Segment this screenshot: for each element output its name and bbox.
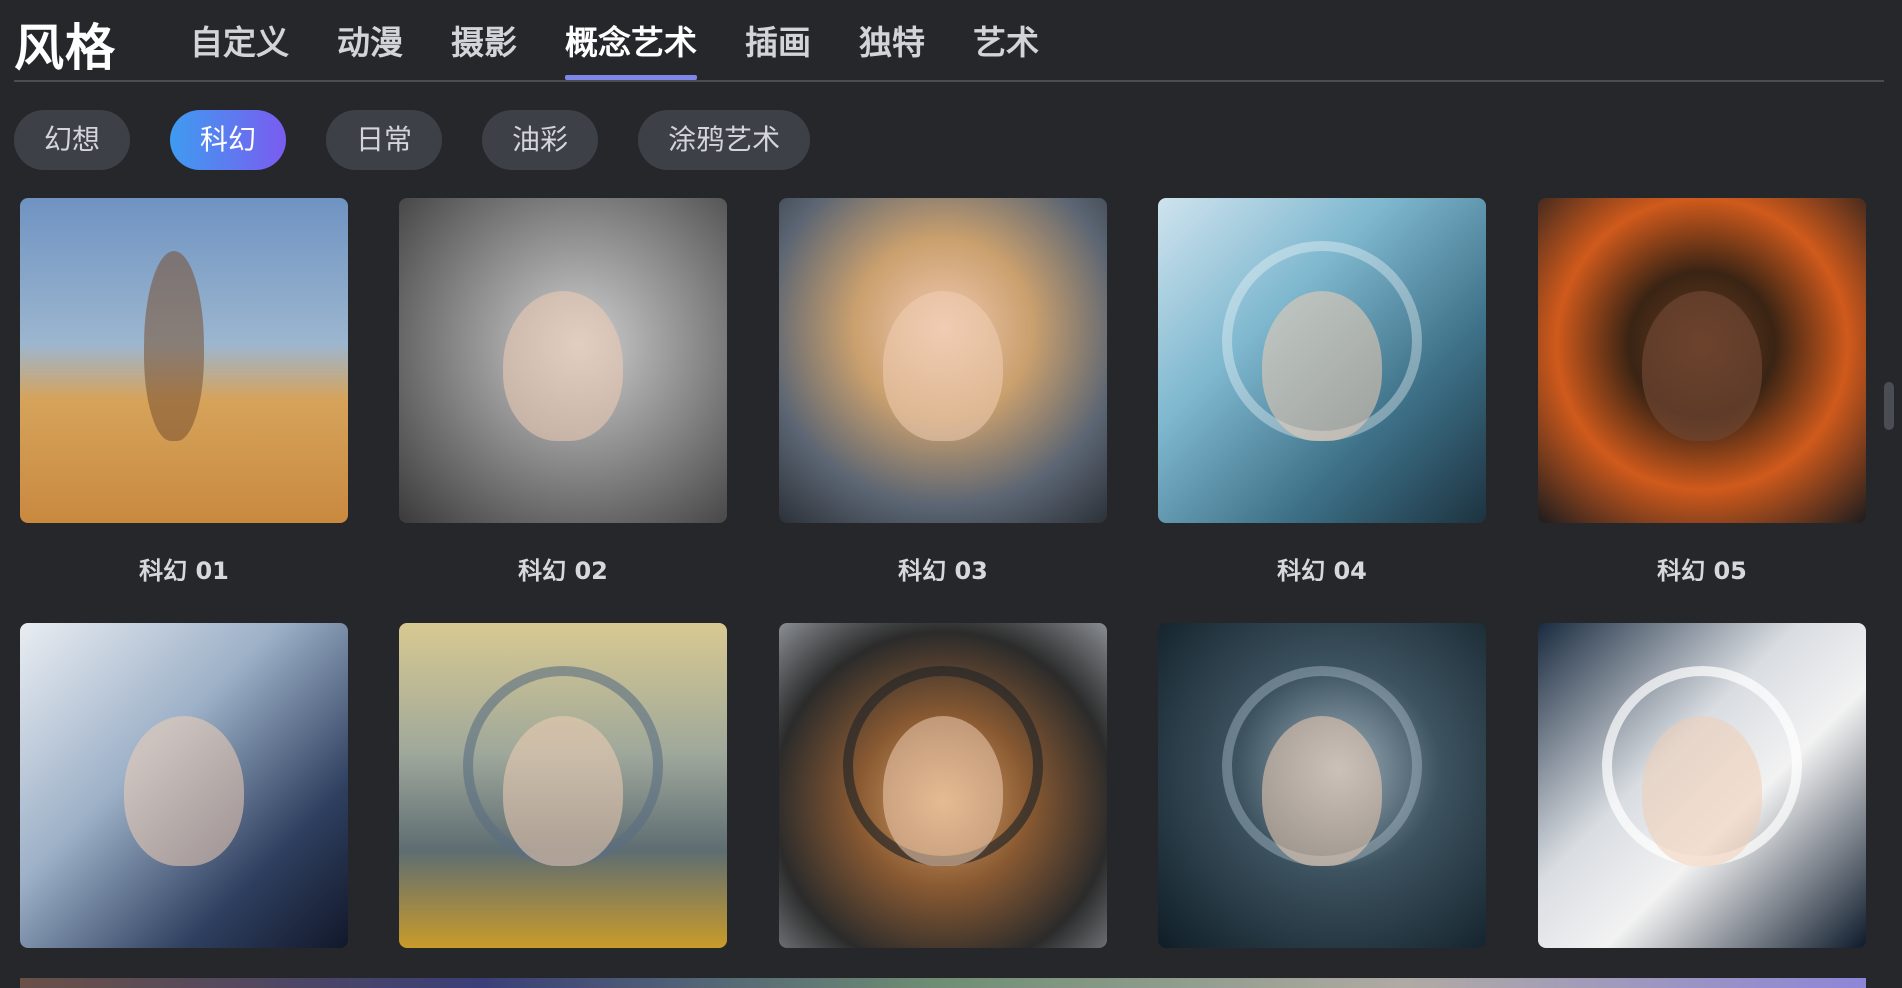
style-thumbnail (399, 623, 727, 948)
style-card-scifi-05[interactable]: 科幻 05 (1538, 198, 1866, 586)
style-card-scifi-04[interactable]: 科幻 04 (1158, 198, 1486, 586)
style-tabs: 自定义 动漫 摄影 概念艺术 插画 独特 艺术 (190, 16, 1087, 80)
style-card-scifi-09[interactable] (1158, 623, 1486, 976)
tab-illustration[interactable]: 插画 (745, 16, 811, 78)
tab-art[interactable]: 艺术 (973, 16, 1039, 78)
chip-graffiti[interactable]: 涂鸦艺术 (638, 110, 811, 170)
tab-anime[interactable]: 动漫 (337, 16, 403, 78)
tab-concept-art[interactable]: 概念艺术 (565, 16, 697, 80)
style-thumbnail (20, 623, 348, 948)
style-card-scifi-06[interactable] (20, 623, 348, 976)
style-thumbnail (1538, 623, 1866, 948)
style-thumbnail (1158, 623, 1486, 948)
style-thumbnail (20, 198, 348, 523)
card-caption: 科幻 01 (139, 557, 229, 585)
style-card-scifi-08[interactable] (779, 623, 1107, 976)
card-caption: 科幻 04 (1277, 557, 1367, 585)
chip-daily[interactable]: 日常 (326, 110, 443, 170)
tab-photography[interactable]: 摄影 (451, 16, 517, 78)
chip-scifi[interactable]: 科幻 (170, 110, 287, 170)
style-thumbnail (399, 198, 727, 523)
scrollbar-thumb[interactable] (1884, 382, 1894, 430)
style-thumbnail (779, 623, 1107, 948)
style-thumbnail (1538, 198, 1866, 523)
style-card-scifi-02[interactable]: 科幻 02 (399, 198, 727, 586)
page-title: 风格 (14, 19, 116, 77)
style-thumbnail (1158, 198, 1486, 523)
card-caption: 科幻 03 (898, 557, 988, 585)
style-card-scifi-01[interactable]: 科幻 01 (20, 198, 348, 586)
style-card-scifi-10[interactable] (1538, 623, 1866, 976)
card-caption: 科幻 02 (518, 557, 608, 585)
tab-custom[interactable]: 自定义 (190, 16, 289, 78)
style-header: 风格 自定义 动漫 摄影 概念艺术 插画 独特 艺术 (14, 0, 1884, 82)
subcategory-chips: 幻想 科幻 日常 油彩 涂鸦艺术 (14, 110, 850, 170)
tab-unique[interactable]: 独特 (859, 16, 925, 78)
chip-fantasy[interactable]: 幻想 (14, 110, 131, 170)
style-card-scifi-07[interactable] (399, 623, 727, 976)
card-caption: 科幻 05 (1657, 557, 1747, 585)
next-row-peek (20, 978, 1866, 988)
style-picker-page: 风格 自定义 动漫 摄影 概念艺术 插画 独特 艺术 幻想 科幻 日常 油彩 涂… (0, 0, 1902, 988)
style-card-scifi-03[interactable]: 科幻 03 (779, 198, 1107, 586)
style-thumbnail (779, 198, 1107, 523)
chip-oil-paint[interactable]: 油彩 (482, 110, 599, 170)
